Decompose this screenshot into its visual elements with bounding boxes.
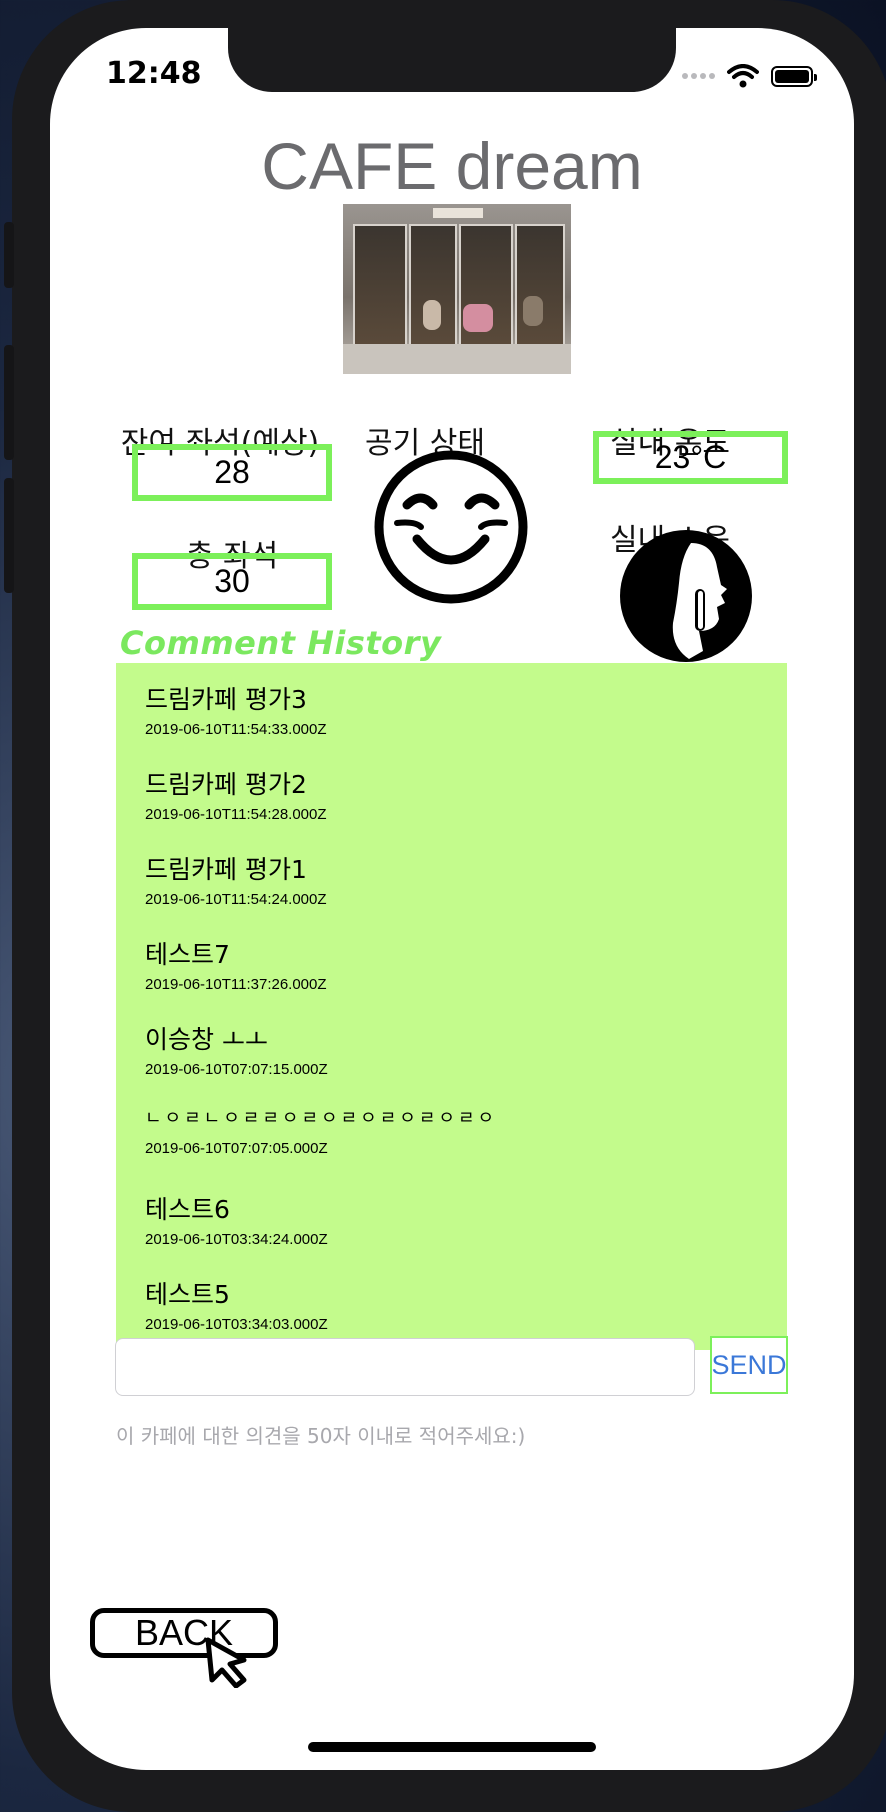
mute-switch <box>4 222 14 288</box>
comment-text: 테스트7 <box>145 940 230 969</box>
list-item: 드림카페 평가3 2019-06-10T11:54:33.000Z <box>145 685 327 738</box>
wifi-icon <box>727 64 759 88</box>
comment-list[interactable]: 드림카페 평가3 2019-06-10T11:54:33.000Z 드림카페 평… <box>116 663 787 1350</box>
list-item: 드림카페 평가1 2019-06-10T11:54:24.000Z <box>145 855 327 908</box>
comment-text: 이승창 ㅗㅗ <box>145 1025 268 1054</box>
notch <box>228 28 676 92</box>
comment-text: 테스트5 <box>145 1280 230 1309</box>
comment-date: 2019-06-10T03:34:03.000Z <box>145 1316 328 1333</box>
comment-date: 2019-06-10T11:54:24.000Z <box>145 891 327 908</box>
list-item: ㄴㅇㄹㄴㅇㄹㄹㅇㄹㅇㄹㅇㄹㅇㄹㅇㄹㅇ 2019-06-10T07:07:05.0… <box>145 1104 497 1157</box>
signal-icon <box>682 73 715 79</box>
temperature-value: 23°C <box>593 431 788 484</box>
comment-date: 2019-06-10T11:54:28.000Z <box>145 806 327 823</box>
smiling-face-icon <box>371 447 531 607</box>
volume-up-button <box>4 345 14 460</box>
status-icons <box>682 64 817 88</box>
comment-history-title: Comment History <box>120 624 442 662</box>
comment-date: 2019-06-10T03:34:24.000Z <box>145 1231 328 1248</box>
list-item: 드림카페 평가2 2019-06-10T11:54:28.000Z <box>145 770 327 823</box>
comment-date: 2019-06-10T11:37:26.000Z <box>145 976 327 993</box>
comment-hint: 이 카페에 대한 의견을 50자 이내로 적어주세요:) <box>116 1424 526 1448</box>
battery-icon <box>771 65 817 87</box>
remaining-seats-value: 28 <box>132 444 332 501</box>
status-time: 12:48 <box>106 56 202 91</box>
volume-down-button <box>4 478 14 593</box>
comment-date: 2019-06-10T07:07:15.000Z <box>145 1061 328 1078</box>
comment-text: 드림카페 평가3 <box>145 685 307 714</box>
comment-text: 드림카페 평가1 <box>145 855 307 884</box>
list-item: 이승창 ㅗㅗ 2019-06-10T07:07:15.000Z <box>145 1025 328 1078</box>
back-button[interactable]: BACK <box>90 1584 282 1694</box>
cursor-pointer-icon <box>205 1637 247 1688</box>
cafe-photo <box>343 204 571 374</box>
comment-date: 2019-06-10T11:54:33.000Z <box>145 721 327 738</box>
total-seats-value: 30 <box>132 553 332 610</box>
comment-text: 테스트6 <box>145 1195 230 1224</box>
quiet-shush-icon <box>617 527 755 665</box>
page-title: CAFE dream <box>261 129 643 203</box>
comment-text: 드림카페 평가2 <box>145 770 307 799</box>
list-item: 테스트5 2019-06-10T03:34:03.000Z <box>145 1280 328 1333</box>
home-indicator[interactable] <box>308 1742 596 1752</box>
app-screen: 12:48 CAFE dream 잔여 좌석(예상) 28 총 좌석 30 공기… <box>50 28 854 1770</box>
comment-input[interactable] <box>115 1338 695 1396</box>
send-button[interactable]: SEND <box>710 1336 788 1394</box>
list-item: 테스트7 2019-06-10T11:37:26.000Z <box>145 940 327 993</box>
list-item: 테스트6 2019-06-10T03:34:24.000Z <box>145 1195 328 1248</box>
comment-text: ㄴㅇㄹㄴㅇㄹㄹㅇㄹㅇㄹㅇㄹㅇㄹㅇㄹㅇ <box>145 1108 498 1129</box>
comment-date: 2019-06-10T07:07:05.000Z <box>145 1140 328 1157</box>
